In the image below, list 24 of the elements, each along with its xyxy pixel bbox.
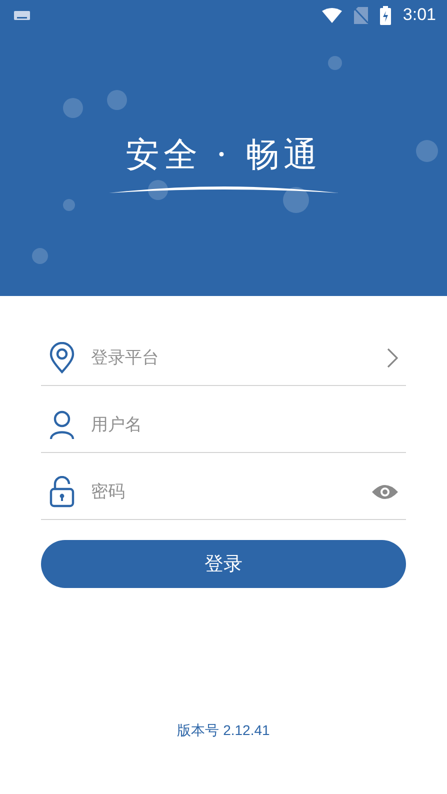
version-text: 版本号 2.12.41 [177,722,270,740]
padlock-icon [49,476,75,508]
bokeh-circle [416,140,438,162]
wifi-icon [322,8,342,22]
bokeh-circle [283,187,309,213]
login-button[interactable]: 登录 [41,540,406,588]
person-icon [49,410,75,440]
input-field[interactable]: 登录平台 [89,347,373,369]
input-field[interactable]: 密码 [89,481,358,503]
eye-icon[interactable] [372,484,398,500]
input-field[interactable]: 用户名 [89,414,398,436]
bokeh-circle [107,90,127,110]
banner-title: 安全 · 畅通 [125,134,322,177]
battery-icon [380,6,391,24]
bokeh-circle [148,180,168,200]
sim-icon [354,6,368,24]
bokeh-circle [63,98,83,118]
chevron-right-icon[interactable] [387,348,398,368]
bokeh-circle [63,199,75,211]
bokeh-circle [32,248,48,264]
location-pin-icon [49,342,75,374]
bokeh-circle [328,56,342,70]
keyboard-icon [14,10,30,20]
status-time: 3:01 [402,5,436,25]
